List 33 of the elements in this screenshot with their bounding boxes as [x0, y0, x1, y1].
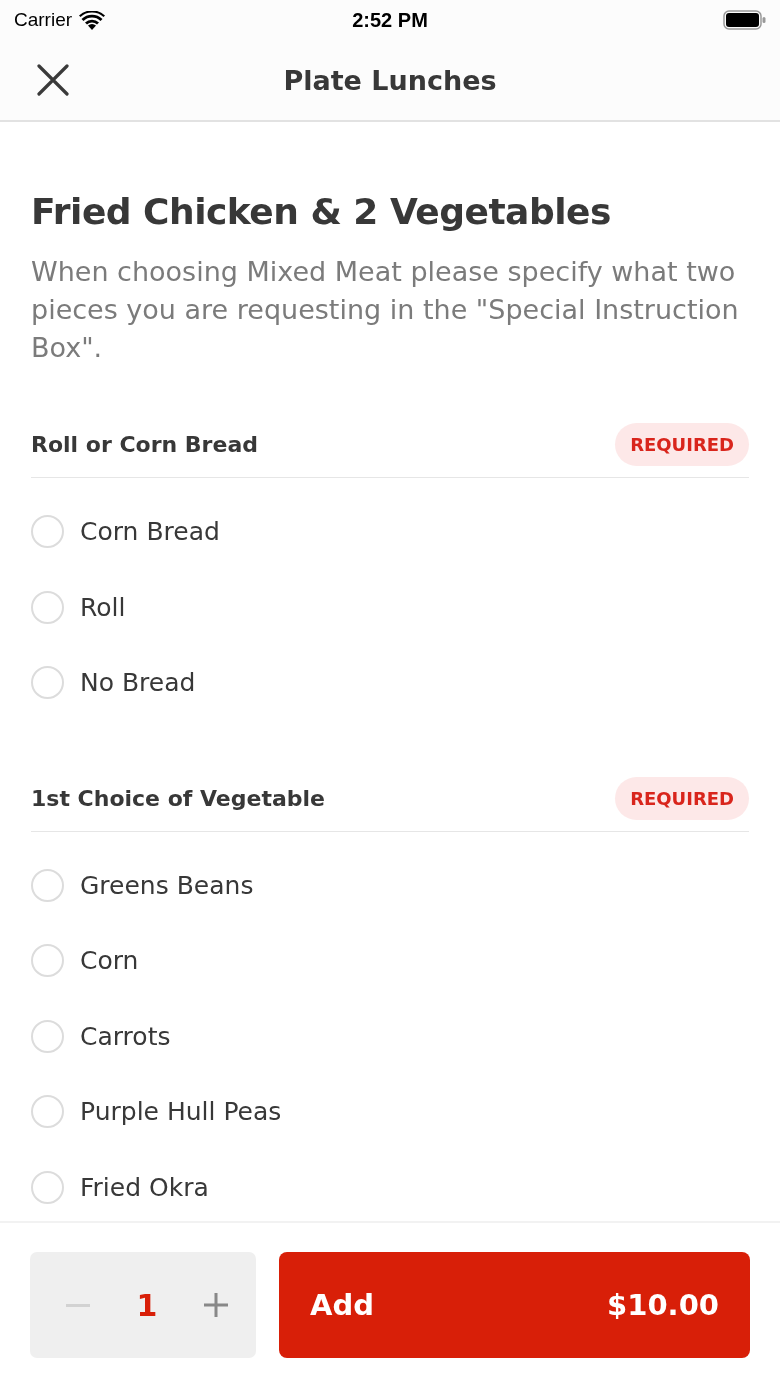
required-badge: REQUIRED — [615, 423, 749, 466]
close-icon — [37, 64, 69, 96]
increment-button[interactable] — [202, 1291, 230, 1319]
header-title: Plate Lunches — [282, 64, 498, 96]
radio-button[interactable] — [31, 1019, 64, 1053]
group-title: Roll or Corn Bread — [31, 432, 258, 457]
radio-button[interactable] — [31, 868, 64, 902]
group-title: 1st Choice of Vegetable — [31, 785, 325, 811]
item-name: Fried Chicken & 2 Vegetables — [31, 190, 612, 234]
item-description: When choosing Mixed Meat please specify what two pieces you are requesting in the "Special Instruction Box". — [31, 255, 740, 365]
radio-button[interactable] — [31, 590, 64, 624]
option-label[interactable]: Purple Hull Peas — [80, 1097, 282, 1127]
option-label[interactable]: Greens Beans — [80, 870, 254, 900]
quantity-value: 1 — [136, 1287, 158, 1323]
option-label[interactable]: No Bread — [80, 668, 196, 698]
radio-button[interactable] — [31, 1095, 64, 1129]
option-label[interactable]: Roll — [80, 592, 126, 622]
status-time: 2:52 PM — [352, 8, 428, 32]
add-to-order-button[interactable]: Add $10.00 — [279, 1252, 750, 1358]
carrier-name: Carrier — [14, 9, 73, 31]
radio-button[interactable] — [31, 515, 64, 549]
wifi-icon — [79, 10, 106, 30]
option-label[interactable]: Corn Bread — [80, 517, 220, 547]
battery-icon — [723, 10, 766, 30]
close-button[interactable] — [36, 63, 70, 97]
plus-icon — [204, 1293, 228, 1317]
radio-button[interactable] — [31, 666, 64, 700]
required-badge: REQUIRED — [615, 776, 749, 820]
option-label[interactable]: Corn — [80, 946, 139, 976]
option-label[interactable]: Carrots — [80, 1021, 171, 1051]
radio-button[interactable] — [31, 1170, 64, 1204]
option-label[interactable]: Fried Okra — [80, 1172, 209, 1202]
radio-button[interactable] — [31, 944, 64, 978]
